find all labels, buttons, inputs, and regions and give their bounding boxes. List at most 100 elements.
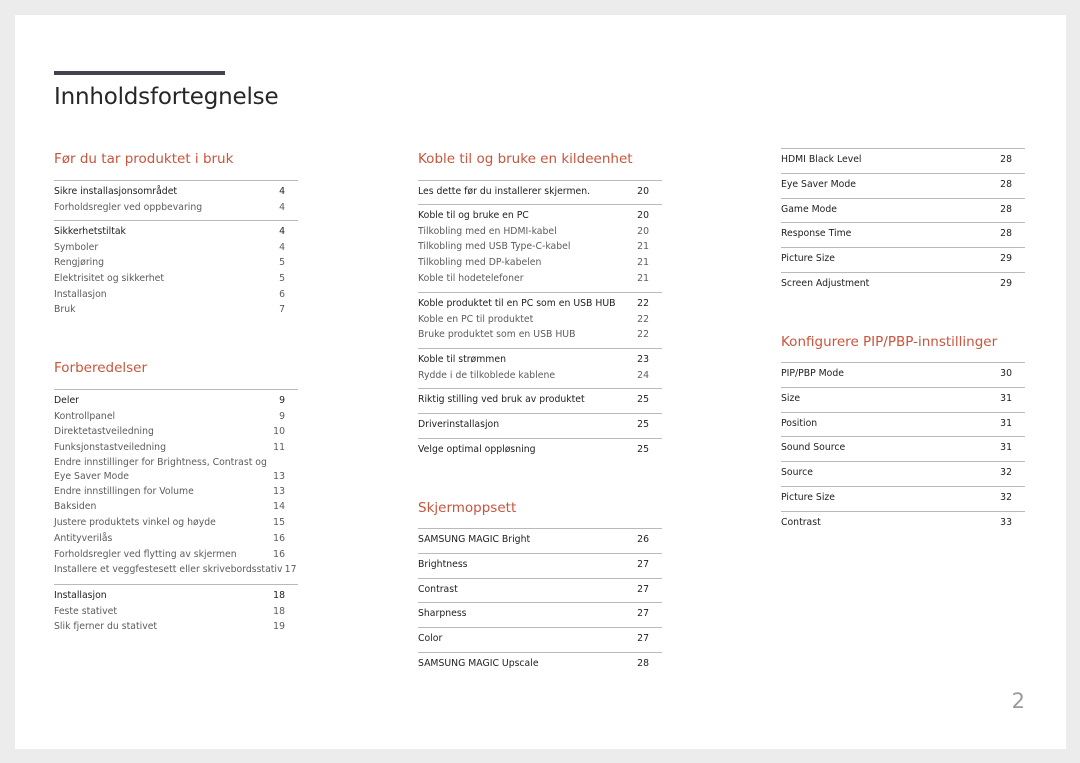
toc-entry[interactable]: Koble til strømmen 23	[418, 352, 662, 368]
toc-entry[interactable]: Rengjøring 5	[54, 255, 298, 271]
toc-entry[interactable]: PIP/PBP Mode 30	[781, 366, 1025, 382]
toc-entry[interactable]: Koble en PC til produktet 22	[418, 312, 662, 328]
toc-entry[interactable]: Brightness 27	[418, 557, 662, 573]
toc-entry-label: Tilkobling med DP-kabelen	[418, 257, 542, 269]
toc-entry[interactable]: Response Time 28	[781, 226, 1025, 242]
toc-entry-page-number: 24	[637, 369, 649, 381]
toc-entry-label: Screen Adjustment	[781, 278, 870, 289]
toc-entry[interactable]: Installere et veggfestesett eller skrive…	[54, 562, 298, 578]
toc-entry[interactable]: Deler 9	[54, 393, 298, 409]
toc-entry[interactable]: Position 31	[781, 416, 1025, 432]
toc-group: Koble produktet til en PC som en USB HUB…	[418, 292, 662, 343]
toc-entry[interactable]: Koble produktet til en PC som en USB HUB…	[418, 296, 662, 312]
toc-group: Response Time 28	[781, 222, 1025, 242]
toc-entry[interactable]: Riktig stilling ved bruk av produktet 25	[418, 392, 662, 408]
toc-entry[interactable]: Antityverilås 16	[54, 531, 298, 547]
toc-entry-label: Picture Size	[781, 253, 836, 265]
toc-group: Game Mode 28	[781, 197, 1025, 218]
toc-entry-page-number: 28	[1000, 203, 1012, 215]
toc-entry-label: Koble en PC til produktet	[418, 313, 534, 325]
toc-entry-label: Tilkobling med en HDMI-kabel	[418, 225, 557, 237]
toc-entry[interactable]: Elektrisitet og sikkerhet 5	[54, 271, 298, 287]
toc-entry[interactable]: Endre innstillinger for Brightness, Cont…	[54, 456, 298, 484]
toc-entry[interactable]: Contrast 27	[418, 582, 662, 598]
toc-group: Installasjon 18 Feste stativet 18 Slik fjern…	[54, 584, 298, 635]
toc-entry-page-number: 27	[637, 608, 649, 620]
toc-entry[interactable]: Forholdsregler ved flytting av skjermen 1…	[54, 547, 298, 563]
toc-entry[interactable]: Game Mode 28	[781, 202, 1025, 218]
section-title-pip-pbp[interactable]: Konfigurere PIP/PBP-innstillinger	[781, 334, 997, 350]
toc-entry[interactable]: Forholdsregler ved oppbevaring 4	[54, 200, 298, 216]
toc-entry[interactable]: Tilkobling med USB Type-C-kabel 21	[418, 239, 662, 255]
toc-entry[interactable]: Tilkobling med en HDMI-kabel 20	[418, 224, 662, 240]
toc-entry-page-number: 17	[284, 564, 297, 576]
toc-entry-page-number: 16	[273, 548, 285, 560]
toc-entry-page-number: 20	[637, 210, 649, 221]
section-title-forberedelser[interactable]: Forberedelser	[54, 360, 147, 376]
section-title-koble-til[interactable]: Koble til og bruke en kildeenhet	[418, 151, 633, 167]
toc-entry[interactable]: Bruke produktet som en USB HUB 22	[418, 327, 662, 343]
toc-entry-page-number: 26	[637, 534, 649, 545]
toc-entry[interactable]: Color 27	[418, 631, 662, 647]
toc-entry[interactable]: Picture Size 32	[781, 490, 1025, 506]
toc-entry-label: Direktetastveiledning	[54, 426, 154, 438]
toc-group: Sikre installasjonsområdet 4 Forholdsregle…	[54, 180, 298, 215]
toc-entry[interactable]: Installasjon 18	[54, 588, 298, 604]
toc-entry[interactable]: Size 31	[781, 391, 1025, 407]
toc-entry[interactable]: Tilkobling med DP-kabelen 21	[418, 255, 662, 271]
toc-entry[interactable]: Bruk 7	[54, 302, 298, 318]
toc-entry-label: Koble til hodetelefoner	[418, 272, 524, 284]
toc-entry[interactable]: SAMSUNG MAGIC Upscale 28	[418, 656, 662, 672]
toc-entry[interactable]: Screen Adjustment 29	[781, 276, 1025, 292]
toc-entry-label: SAMSUNG MAGIC Upscale	[418, 658, 539, 669]
toc-entry[interactable]: Endre innstillingen for Volume 13	[54, 484, 298, 500]
toc-entry[interactable]: Installasjon 6	[54, 287, 298, 303]
toc-entry[interactable]: Driverinstallasjon 25	[418, 417, 662, 433]
toc-entry-page-number: 22	[637, 329, 649, 341]
toc-entry[interactable]: Rydde i de tilkoblede kablene 24	[418, 368, 662, 384]
toc-entry-label: Koble produktet til en PC som en USB HUB	[418, 298, 616, 309]
toc-entry-page-number: 14	[273, 501, 285, 513]
toc-entry-page-number: 31	[1000, 417, 1012, 429]
toc-entry[interactable]: Feste stativet 18	[54, 604, 298, 620]
toc-entry-label: Picture Size	[781, 492, 836, 503]
toc-entry[interactable]: Sound Source 31	[781, 440, 1025, 456]
toc-entry[interactable]: Sikkerhetstiltak 4	[54, 224, 298, 240]
toc-entry-page-number: 16	[273, 532, 285, 544]
toc-entry[interactable]: Koble til hodetelefoner 21	[418, 271, 662, 287]
toc-entry[interactable]: Velge optimal oppløsning 25	[418, 442, 662, 458]
toc-entry[interactable]: Slik fjerner du stativet 19	[54, 619, 298, 635]
page-title: Innholdsfortegnelse	[54, 84, 279, 110]
toc-entry-label: Feste stativet	[54, 605, 118, 617]
toc-entry-page-number: 25	[637, 444, 649, 455]
toc-entry[interactable]: Contrast 33	[781, 515, 1025, 531]
toc-entry[interactable]: Baksiden 14	[54, 499, 298, 515]
toc-entry[interactable]: Funksjonstastveiledning 11	[54, 440, 298, 456]
toc-entry[interactable]: Justere produktets vinkel og høyde 15	[54, 515, 298, 531]
toc-entry[interactable]: HDMI Black Level 28	[781, 152, 1025, 168]
toc-entry[interactable]: Direktetastveiledning 10	[54, 424, 298, 440]
toc-entry-page-number: 29	[1000, 278, 1012, 289]
toc-entry-label: Tilkobling med USB Type-C-kabel	[418, 241, 571, 253]
section-title-for-du-tar[interactable]: Før du tar produktet i bruk	[54, 151, 233, 167]
toc-entry[interactable]: Sikre installasjonsområdet 4	[54, 184, 298, 200]
toc-group: Velge optimal oppløsning 25	[418, 438, 662, 458]
toc-entry-label: Source	[781, 467, 813, 479]
toc-entry[interactable]: Koble til og bruke en PC 20	[418, 208, 662, 224]
toc-entry[interactable]: Sharpness 27	[418, 606, 662, 622]
toc-entry-label: Response Time	[781, 228, 852, 240]
toc-group: Size 31	[781, 386, 1025, 407]
toc-entry[interactable]: Les dette før du installerer skjermen. 20	[418, 184, 662, 200]
toc-entry[interactable]: Picture Size 29	[781, 251, 1025, 267]
toc-entry[interactable]: Symboler 4	[54, 240, 298, 256]
toc-entry-label: PIP/PBP Mode	[781, 368, 844, 379]
toc-entry[interactable]: Kontrollpanel 9	[54, 409, 298, 425]
toc-group: Screen Adjustment 29	[781, 272, 1025, 292]
toc-group: Picture Size 29	[781, 247, 1025, 267]
toc-entry-label: Sikkerhetstiltak	[54, 226, 126, 237]
toc-entry[interactable]: Eye Saver Mode 28	[781, 177, 1025, 193]
section-title-skjermoppsett[interactable]: Skjermoppsett	[418, 500, 516, 516]
toc-entry[interactable]: Source 32	[781, 465, 1025, 481]
document-page: Innholdsfortegnelse Før du tar produktet…	[15, 15, 1066, 749]
toc-entry[interactable]: SAMSUNG MAGIC Bright 26	[418, 532, 662, 548]
